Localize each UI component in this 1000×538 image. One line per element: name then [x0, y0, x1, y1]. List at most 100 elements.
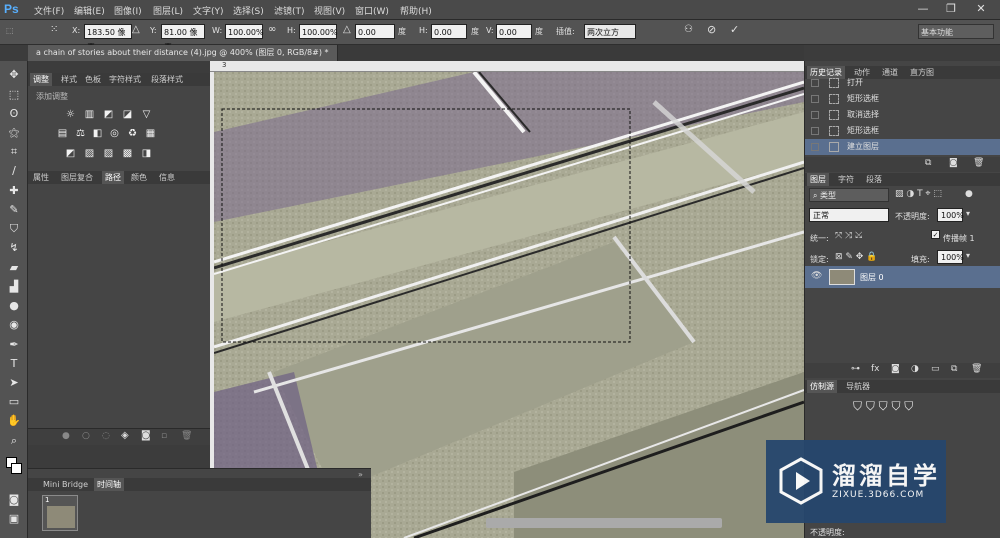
menu-file[interactable]: 文件(F): [34, 4, 64, 17]
color-lookup-icon[interactable]: ▦: [144, 128, 157, 139]
tab-swatches[interactable]: 色板: [82, 73, 104, 86]
new-layer-icon[interactable]: ⧉: [951, 364, 957, 374]
tab-properties[interactable]: 属性: [30, 171, 52, 184]
history-item[interactable]: 矩形选框: [805, 91, 1000, 107]
path-selection-tool-icon[interactable]: ➤: [6, 375, 22, 390]
tab-paragraph-styles[interactable]: 段落样式: [148, 73, 186, 86]
vibrance-icon[interactable]: ▽: [140, 109, 153, 120]
crop-tool-icon[interactable]: ⌗: [6, 144, 22, 159]
add-mask-icon[interactable]: ◙: [141, 430, 151, 441]
history-brush-tool-icon[interactable]: ↯: [6, 240, 22, 255]
lasso-tool-icon[interactable]: ʘ: [6, 106, 22, 121]
panel-collapse-icon[interactable]: »: [358, 470, 363, 479]
gradient-tool-icon[interactable]: ▟: [6, 279, 22, 294]
menu-select[interactable]: 选择(S): [233, 4, 264, 17]
unify-position-icon[interactable]: ⤧ ⤨ ⤩: [835, 231, 862, 241]
menu-help[interactable]: 帮助(H): [400, 4, 432, 17]
x-field[interactable]: 183.50 像素: [84, 24, 132, 52]
vskew-field[interactable]: 0.00: [496, 24, 532, 39]
layer-row[interactable]: 👁 图层 0: [805, 266, 1000, 288]
stroke-path-icon[interactable]: ○: [82, 431, 90, 441]
threshold-icon[interactable]: ▨: [102, 148, 115, 159]
opacity-dropdown-icon[interactable]: ▾: [966, 209, 970, 218]
link-icon[interactable]: ∞: [268, 24, 276, 35]
history-item[interactable]: 打开: [805, 75, 1000, 91]
height-field[interactable]: 100.00%: [299, 24, 338, 39]
warp-mode-icon[interactable]: ⚇: [684, 24, 693, 35]
layer-style-icon[interactable]: fx: [871, 364, 880, 374]
tab-character-styles[interactable]: 字符样式: [106, 73, 144, 86]
posterize-icon[interactable]: ▨: [83, 148, 96, 159]
y-field[interactable]: 81.00 像素: [161, 24, 205, 52]
background-color-swatch[interactable]: [11, 463, 22, 474]
visibility-eye-icon[interactable]: 👁: [811, 271, 822, 281]
fill-dropdown-icon[interactable]: ▾: [966, 251, 970, 260]
reference-point-icon[interactable]: ⁙: [50, 24, 58, 35]
width-field[interactable]: 100.00%: [225, 24, 264, 39]
delete-path-icon[interactable]: 🗑: [181, 431, 192, 441]
menu-image[interactable]: 图像(I): [114, 4, 142, 17]
history-item[interactable]: 矩形选框: [805, 123, 1000, 139]
color-balance-icon[interactable]: ⚖: [74, 128, 87, 139]
hskew-field[interactable]: 0.00: [431, 24, 467, 39]
delete-layer-icon[interactable]: 🗑: [971, 364, 982, 374]
tool-preset-icon[interactable]: ⬚: [6, 26, 14, 35]
history-item[interactable]: 取消选择: [805, 107, 1000, 123]
cancel-transform-icon[interactable]: ⊘: [707, 23, 716, 36]
blur-tool-icon[interactable]: ●: [6, 298, 22, 313]
propagate-checkbox[interactable]: ✓: [931, 230, 940, 239]
commit-transform-icon[interactable]: ✓: [730, 23, 739, 36]
layer-mask-icon[interactable]: ◙: [891, 364, 900, 374]
pen-tool-icon[interactable]: ✒: [6, 337, 22, 352]
make-work-path-icon[interactable]: ◈: [121, 430, 129, 441]
marquee-tool-icon[interactable]: ⬚: [6, 87, 22, 102]
tab-layer-comps[interactable]: 图层复合: [58, 171, 96, 184]
tab-timeline[interactable]: 时间轴: [94, 478, 124, 491]
fill-path-icon[interactable]: ●: [62, 431, 70, 441]
magic-wand-tool-icon[interactable]: ⚝: [6, 125, 22, 140]
link-layers-icon[interactable]: ⊶: [851, 364, 860, 374]
menu-filter[interactable]: 滤镜(T): [274, 4, 305, 17]
tab-clone-source[interactable]: 仿制源: [807, 380, 837, 393]
clone-source-buttons[interactable]: ⛉ ⛉ ⛉ ⛉ ⛉: [853, 399, 913, 414]
tab-info[interactable]: 信息: [156, 171, 178, 184]
fill-field[interactable]: 100%: [937, 250, 964, 264]
menu-type[interactable]: 文字(Y): [193, 4, 224, 17]
curves-icon[interactable]: ◩: [102, 109, 115, 120]
dodge-tool-icon[interactable]: ◉: [6, 317, 22, 332]
clone-stamp-tool-icon[interactable]: ⛉: [6, 221, 22, 236]
brush-tool-icon[interactable]: ✎: [6, 202, 22, 217]
invert-icon[interactable]: ◩: [64, 148, 77, 159]
history-item-selected[interactable]: 建立图层: [805, 139, 1000, 155]
document-tab[interactable]: a chain of stories about their distance …: [28, 45, 338, 61]
lock-icons[interactable]: ⊠ ✎ ✥ 🔒: [835, 252, 877, 262]
tab-adjustments[interactable]: 调整: [30, 73, 52, 86]
new-group-icon[interactable]: ▭: [931, 364, 940, 374]
selective-color-icon[interactable]: ▩: [121, 148, 134, 159]
tab-mini-bridge[interactable]: Mini Bridge: [40, 478, 91, 491]
filter-pixel-icon[interactable]: ▧ ◑ T ⌖ ⬚: [895, 189, 942, 199]
hand-tool-icon[interactable]: ✋: [6, 413, 22, 428]
gradient-map-icon[interactable]: ◨: [140, 148, 153, 159]
black-white-icon[interactable]: ◧: [91, 128, 104, 139]
layer-filter-select[interactable]: ⌕ 类型: [809, 188, 889, 202]
photo-filter-icon[interactable]: ◎: [108, 128, 121, 139]
close-button[interactable]: ✕: [970, 2, 992, 16]
interpolation-select[interactable]: 两次立方: [584, 24, 636, 39]
filter-toggle-icon[interactable]: ●: [965, 189, 973, 199]
delete-state-icon[interactable]: 🗑: [973, 158, 984, 168]
horizontal-scrollbar[interactable]: [486, 518, 722, 528]
eraser-tool-icon[interactable]: ▰: [6, 260, 22, 275]
restore-button[interactable]: ❐: [940, 2, 962, 16]
tab-paths[interactable]: 路径: [102, 171, 124, 184]
angle-field[interactable]: 0.00: [355, 24, 395, 39]
levels-icon[interactable]: ▥: [83, 109, 96, 120]
move-tool-icon[interactable]: ✥: [6, 67, 22, 82]
tab-character[interactable]: 字符: [835, 173, 857, 186]
zoom-tool-icon[interactable]: ⌕: [6, 433, 22, 448]
new-document-from-state-icon[interactable]: ⧉: [925, 158, 931, 168]
adjustment-layer-icon[interactable]: ◑: [911, 364, 919, 374]
minimize-button[interactable]: —: [912, 2, 934, 16]
quick-mask-icon[interactable]: ◙: [6, 492, 22, 507]
relative-position-icon[interactable]: △: [132, 24, 140, 35]
